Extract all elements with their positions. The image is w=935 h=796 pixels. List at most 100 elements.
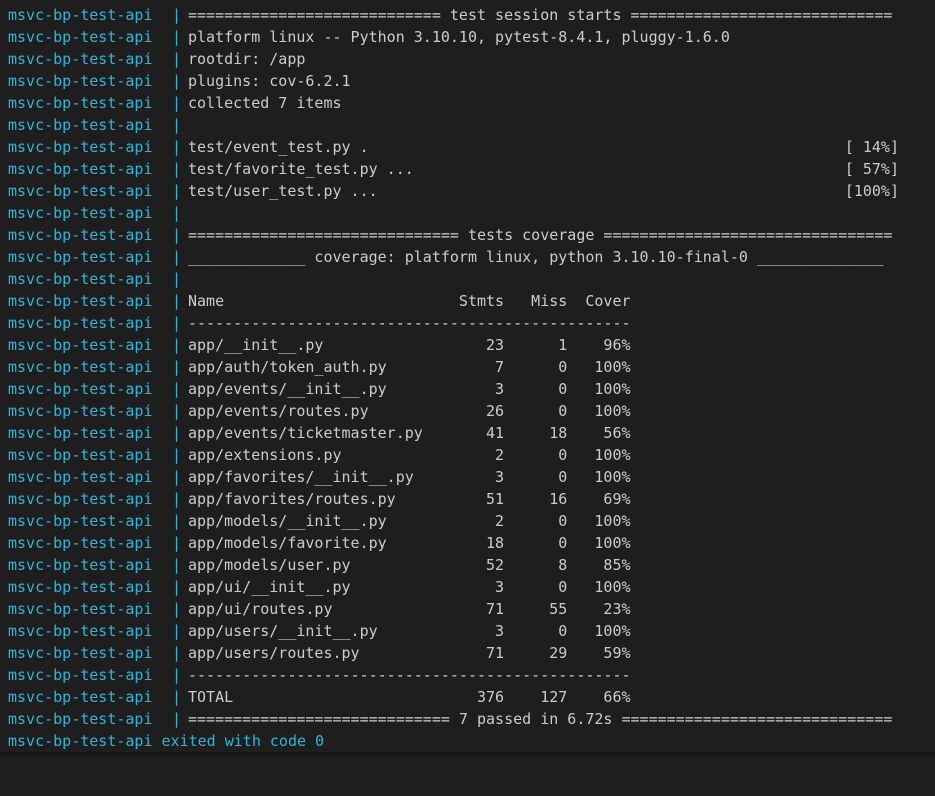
log-line: msvc-bp-test-api | app/events/ticketmaster… — [0, 422, 935, 444]
log-text: _____________ coverage: platform linux, … — [188, 248, 884, 266]
log-separator: | — [172, 358, 182, 376]
log-line: msvc-bp-test-api | app/ui/routes.py 71 55 … — [0, 598, 935, 620]
service-name-label: msvc-bp-test-api — [8, 248, 153, 266]
log-separator: | — [172, 226, 182, 244]
log-text: plugins: cov-6.2.1 — [188, 72, 351, 90]
log-text: app/users/__init__.py 3 0 100% — [188, 622, 631, 640]
log-line: msvc-bp-test-api | test/user_test.py ... [1… — [0, 180, 935, 202]
log-line: msvc-bp-test-api | plugins: cov-6.2.1 — [0, 70, 935, 92]
service-name-label: msvc-bp-test-api — [8, 556, 153, 574]
log-line: msvc-bp-test-api | =======================… — [0, 4, 935, 26]
log-separator: | — [172, 468, 182, 486]
service-name-label: msvc-bp-test-api — [8, 116, 153, 134]
log-separator: | — [172, 512, 182, 530]
log-separator: | — [172, 380, 182, 398]
log-separator: | — [172, 6, 182, 24]
log-line: msvc-bp-test-api | app/auth/token_auth.py … — [0, 356, 935, 378]
log-line: msvc-bp-test-api | collected 7 items — [0, 92, 935, 114]
log-text: ----------------------------------------… — [188, 666, 631, 684]
log-separator: | — [172, 182, 182, 200]
log-separator: | — [172, 490, 182, 508]
log-line: msvc-bp-test-api | =======================… — [0, 224, 935, 246]
exit-status-line: msvc-bp-test-api exited with code 0 — [0, 730, 935, 752]
service-name-label: msvc-bp-test-api — [8, 292, 153, 310]
log-separator: | — [172, 204, 182, 222]
test-progress-percent: [ 57%] — [844, 160, 899, 178]
log-separator: | — [172, 556, 182, 574]
log-text: test/event_test.py . — [188, 138, 369, 156]
service-name-label: msvc-bp-test-api — [8, 622, 153, 640]
log-separator: | — [172, 292, 182, 310]
log-text: app/favorites/__init__.py 3 0 100% — [188, 468, 631, 486]
log-text: collected 7 items — [188, 94, 342, 112]
terminal-output[interactable]: msvc-bp-test-api | =======================… — [0, 4, 935, 752]
log-text: app/events/ticketmaster.py 41 18 56% — [188, 424, 631, 442]
log-line: msvc-bp-test-api | test/favorite_test.py .… — [0, 158, 935, 180]
log-line: msvc-bp-test-api | _____________ coverage:… — [0, 246, 935, 268]
service-name-label: msvc-bp-test-api — [8, 490, 153, 508]
service-name-label: msvc-bp-test-api — [8, 600, 153, 618]
log-separator: | — [172, 138, 182, 156]
log-separator: | — [172, 666, 182, 684]
log-text: app/ui/routes.py 71 55 23% — [188, 600, 631, 618]
log-text: app/models/favorite.py 18 0 100% — [188, 534, 631, 552]
service-name-label: msvc-bp-test-api — [8, 94, 153, 112]
service-name-label: msvc-bp-test-api — [8, 270, 153, 288]
log-separator: | — [172, 710, 182, 728]
service-name-label: msvc-bp-test-api — [8, 468, 153, 486]
log-text: TOTAL 376 127 66% — [188, 688, 631, 706]
log-text: app/extensions.py 2 0 100% — [188, 446, 631, 464]
log-text: app/auth/token_auth.py 7 0 100% — [188, 358, 631, 376]
log-separator: | — [172, 116, 182, 134]
log-separator: | — [172, 336, 182, 354]
log-separator: | — [172, 160, 182, 178]
log-line: msvc-bp-test-api | app/models/favorite.py … — [0, 532, 935, 554]
log-line: msvc-bp-test-api | rootdir: /app — [0, 48, 935, 70]
service-name-label: msvc-bp-test-api — [8, 710, 153, 728]
test-progress-percent: [100%] — [844, 182, 899, 200]
service-name-label: msvc-bp-test-api — [8, 226, 153, 244]
log-text: app/__init__.py 23 1 96% — [188, 336, 631, 354]
log-line: msvc-bp-test-api | app/ui/__init__.py 3 0 … — [0, 576, 935, 598]
log-text: ============================== tests cov… — [188, 226, 893, 244]
log-line: msvc-bp-test-api | app/users/routes.py 71 … — [0, 642, 935, 664]
log-separator: | — [172, 622, 182, 640]
log-separator: | — [172, 534, 182, 552]
service-name-label: msvc-bp-test-api — [8, 688, 153, 706]
log-text: test/favorite_test.py ... — [188, 160, 414, 178]
log-text: app/favorites/routes.py 51 16 69% — [188, 490, 631, 508]
service-name-label: msvc-bp-test-api — [8, 336, 153, 354]
log-text: app/models/__init__.py 2 0 100% — [188, 512, 631, 530]
log-line: msvc-bp-test-api | -----------------------… — [0, 312, 935, 334]
log-line: msvc-bp-test-api | app/users/__init__.py 3… — [0, 620, 935, 642]
log-text: Name Stmts Miss Cover — [188, 292, 631, 310]
service-name-label: msvc-bp-test-api — [8, 424, 153, 442]
log-line: msvc-bp-test-api | — [0, 202, 935, 224]
service-name-label: msvc-bp-test-api — [8, 50, 153, 68]
log-text: ----------------------------------------… — [188, 314, 631, 332]
log-line: msvc-bp-test-api | platform linux -- Pytho… — [0, 26, 935, 48]
log-separator: | — [172, 270, 182, 288]
log-line: msvc-bp-test-api | — [0, 268, 935, 290]
log-text: rootdir: /app — [188, 50, 306, 68]
log-separator: | — [172, 72, 182, 90]
log-line: msvc-bp-test-api | Name Stmts Miss Cover — [0, 290, 935, 312]
log-text: ============================= 7 passed i… — [188, 710, 893, 728]
log-line: msvc-bp-test-api | app/events/__init__.py … — [0, 378, 935, 400]
log-separator: | — [172, 644, 182, 662]
service-name-label: msvc-bp-test-api — [8, 578, 153, 596]
log-line: msvc-bp-test-api | app/__init__.py 23 1 96… — [0, 334, 935, 356]
log-separator: | — [172, 424, 182, 442]
log-separator: | — [172, 314, 182, 332]
exit-message: msvc-bp-test-api exited with code 0 — [8, 732, 325, 750]
service-name-label: msvc-bp-test-api — [8, 182, 153, 200]
log-separator: | — [172, 94, 182, 112]
service-name-label: msvc-bp-test-api — [8, 512, 153, 530]
log-line: msvc-bp-test-api | -----------------------… — [0, 664, 935, 686]
log-line: msvc-bp-test-api | app/events/routes.py 26… — [0, 400, 935, 422]
terminal-bottom-border — [0, 752, 935, 756]
service-name-label: msvc-bp-test-api — [8, 534, 153, 552]
service-name-label: msvc-bp-test-api — [8, 204, 153, 222]
log-line: msvc-bp-test-api | =======================… — [0, 708, 935, 730]
service-name-label: msvc-bp-test-api — [8, 28, 153, 46]
